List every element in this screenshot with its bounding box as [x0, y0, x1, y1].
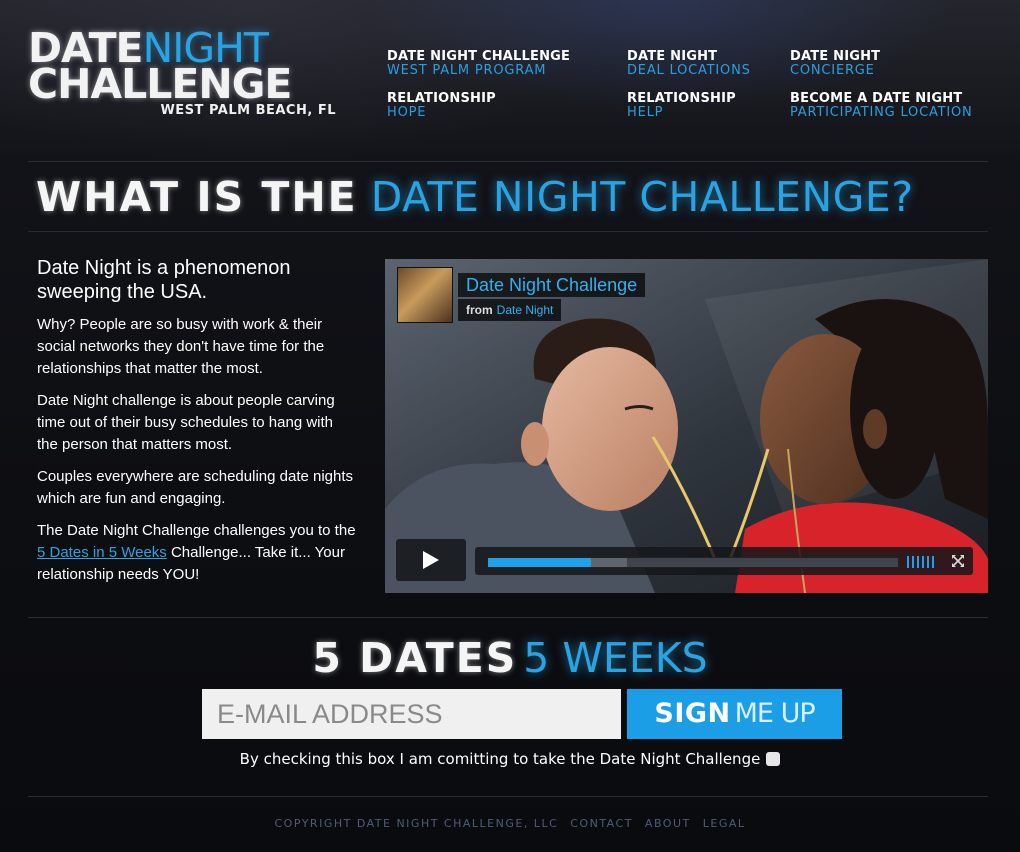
footer-contact-link[interactable]: CONTACT: [570, 817, 633, 830]
nav-item-subtitle: HELP: [627, 105, 664, 120]
commit-checkbox[interactable]: [766, 752, 781, 766]
nav-item-title: DATE NIGHT CHALLENGE: [387, 49, 571, 64]
nav-item-participating-location[interactable]: BECOME A DATE NIGHT PARTICIPATING LOCATI…: [790, 92, 973, 120]
logo-location-text: WEST PALM BEACH, FL: [160, 103, 336, 118]
headline-white: WHAT IS THE: [36, 173, 358, 221]
nav-item-subtitle: WEST PALM PROGRAM: [387, 63, 547, 78]
site-logo[interactable]: DATENIGHT CHALLENGE WEST PALM BEACH, FL: [28, 28, 348, 123]
nav-item-subtitle: PARTICIPATING LOCATION: [790, 105, 973, 120]
button-label-light: ME UP: [734, 698, 816, 729]
nav-item-subtitle: DEAL LOCATIONS: [627, 63, 751, 78]
five-dates-link[interactable]: 5 Dates in 5 Weeks: [37, 544, 167, 561]
divider: [28, 161, 988, 162]
intro-copy: Date Night is a phenomenon sweeping the …: [37, 256, 357, 596]
fullscreen-icon[interactable]: [951, 554, 965, 568]
video-progress-bar[interactable]: [487, 557, 899, 568]
nav-item-relationship-help[interactable]: RELATIONSHIP HELP: [627, 92, 736, 120]
video-byline: from Date Night: [458, 299, 562, 321]
video-thumbnail[interactable]: [397, 267, 453, 323]
intro-lead: Date Night is a phenomenon sweeping the …: [37, 257, 291, 303]
intro-paragraph-4: The Date Night Challenge challenges you …: [37, 520, 357, 586]
nav-item-deal-locations[interactable]: DATE NIGHT DEAL LOCATIONS: [627, 50, 751, 78]
paragraph-text: The Date Night Challenge challenges you …: [37, 522, 356, 539]
nav-item-title: DATE NIGHT: [790, 49, 881, 64]
commit-label: By checking this box I am comitting to t…: [239, 750, 761, 768]
volume-icon[interactable]: [907, 555, 945, 568]
play-icon: [423, 551, 439, 569]
footer-legal-link[interactable]: LEGAL: [703, 817, 746, 830]
footer-about-link[interactable]: ABOUT: [645, 817, 691, 830]
nav-item-subtitle: HOPE: [387, 105, 427, 120]
signup-title-blue: 5 WEEKS: [523, 634, 708, 682]
intro-paragraph-2: Date Night challenge is about people car…: [37, 392, 335, 453]
video-from-label: from: [466, 303, 493, 317]
nav-item-title: RELATIONSHIP: [387, 91, 496, 106]
divider: [28, 617, 988, 618]
nav-item-west-palm-program[interactable]: DATE NIGHT CHALLENGE WEST PALM PROGRAM: [387, 50, 570, 78]
video-control-bar: [475, 547, 973, 575]
intro-paragraph-3: Couples everywhere are scheduling date n…: [37, 468, 354, 507]
video-author-link[interactable]: Date Night: [497, 303, 554, 317]
nav-item-title: DATE NIGHT: [627, 49, 718, 64]
logo-challenge-text: CHALLENGE: [28, 60, 292, 108]
divider: [28, 231, 988, 232]
commit-row: By checking this box I am comitting to t…: [0, 749, 1020, 769]
footer-copyright: COPYRIGHT DATE NIGHT CHALLENGE, LLC: [274, 817, 559, 830]
sign-me-up-button[interactable]: SIGN ME UP: [627, 689, 842, 739]
signup-title: 5 DATES 5 WEEKS: [0, 632, 1020, 684]
play-button[interactable]: [396, 539, 466, 581]
button-label-bold: SIGN: [654, 698, 731, 729]
nav-item-subtitle: CONCIERGE: [790, 63, 875, 78]
email-input[interactable]: [202, 689, 621, 739]
video-title[interactable]: Date Night Challenge: [458, 273, 646, 297]
intro-paragraph-1: Why? People are so busy with work & thei…: [37, 316, 325, 377]
nav-item-relationship-hope[interactable]: RELATIONSHIP HOPE: [387, 92, 496, 120]
nav-item-concierge[interactable]: DATE NIGHT CONCIERGE: [790, 50, 880, 78]
page-headline: WHAT IS THE DATE NIGHT CHALLENGE?: [36, 173, 914, 221]
video-info: Date Night Challenge from Date Night: [397, 267, 655, 323]
nav-item-title: BECOME A DATE NIGHT: [790, 91, 963, 106]
headline-blue: DATE NIGHT CHALLENGE?: [370, 173, 914, 221]
site-footer: COPYRIGHT DATE NIGHT CHALLENGE, LLC CONTA…: [0, 817, 1020, 830]
signup-title-white: 5 DATES: [312, 634, 518, 682]
divider: [28, 796, 988, 797]
nav-item-title: RELATIONSHIP: [627, 91, 736, 106]
video-player[interactable]: Date Night Challenge from Date Night: [385, 259, 988, 593]
progress-played: [488, 558, 591, 567]
